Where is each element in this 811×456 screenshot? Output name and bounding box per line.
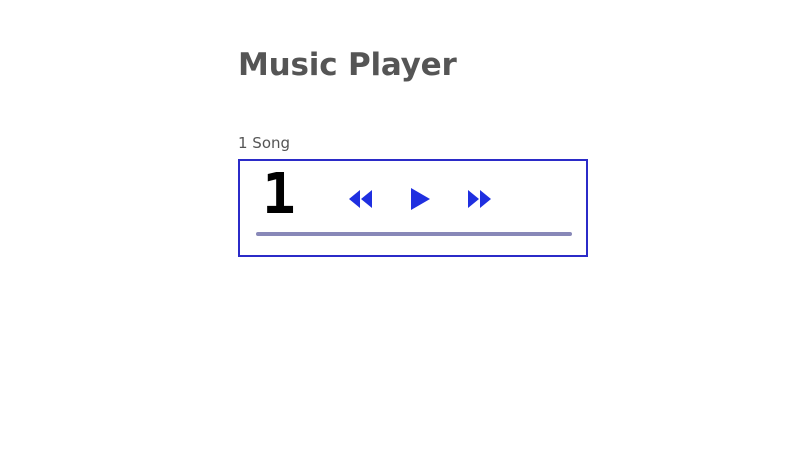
rewind-button[interactable] [348,187,374,211]
fast-forward-icon [468,190,491,208]
progress-bar[interactable] [256,232,572,236]
music-player: 1 [238,159,588,257]
track-number: 1 [262,162,296,227]
page-title: Music Player [238,47,457,83]
play-icon [411,188,430,210]
song-count-label: 1 Song [238,134,291,152]
play-button[interactable] [408,187,432,211]
rewind-icon [349,190,372,208]
fast-forward-button[interactable] [466,187,492,211]
